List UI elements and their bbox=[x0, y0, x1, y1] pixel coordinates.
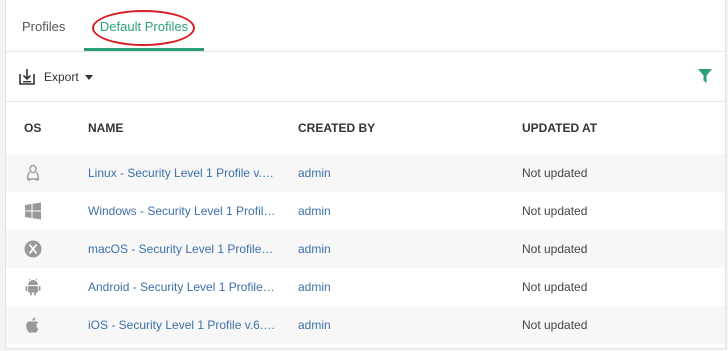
table-header-row: OS NAME CREATED BY UPDATED AT bbox=[6, 101, 725, 154]
created-by-link[interactable]: admin bbox=[298, 318, 331, 332]
created-by-link[interactable]: admin bbox=[298, 166, 331, 180]
macos-icon bbox=[24, 240, 42, 258]
column-header-os[interactable]: OS bbox=[6, 101, 88, 154]
apple-icon bbox=[26, 317, 39, 333]
name-cell: Windows - Security Level 1 Profile v.6.3… bbox=[88, 192, 298, 230]
os-cell bbox=[6, 192, 88, 230]
export-label: Export bbox=[44, 70, 79, 84]
active-tab-indicator bbox=[84, 48, 204, 51]
profiles-table: OS NAME CREATED BY UPDATED AT Linux - Se… bbox=[6, 101, 725, 344]
profile-name-link[interactable]: iOS - Security Level 1 Profile v.6.36 bbox=[88, 318, 276, 332]
os-cell bbox=[6, 230, 88, 268]
created-by-link[interactable]: admin bbox=[298, 204, 331, 218]
tab-profiles[interactable]: Profiles bbox=[22, 0, 65, 50]
profile-name-link[interactable]: Android - Security Level 1 Profile v.6.3… bbox=[88, 280, 276, 294]
updated-at-cell: Not updated bbox=[522, 280, 588, 294]
tab-default-profiles-label: Default Profiles bbox=[99, 19, 189, 34]
profiles-panel: Profiles Default Profiles Export OS NAME bbox=[5, 0, 726, 349]
export-button[interactable]: Export bbox=[18, 66, 93, 88]
column-header-updated-at[interactable]: UPDATED AT bbox=[522, 101, 725, 154]
os-cell bbox=[6, 154, 88, 192]
os-cell bbox=[6, 306, 88, 344]
created-by-cell: admin bbox=[298, 192, 522, 230]
table-row: Linux - Security Level 1 Profile v.6.36 … bbox=[6, 154, 725, 192]
table-row: Android - Security Level 1 Profile v.6.3… bbox=[6, 268, 725, 306]
updated-at-cell: Not updated bbox=[522, 204, 588, 218]
created-by-cell: admin bbox=[298, 154, 522, 192]
linux-icon bbox=[26, 164, 40, 182]
name-cell: Android - Security Level 1 Profile v.6.3… bbox=[88, 268, 298, 306]
tab-bar: Profiles Default Profiles bbox=[6, 0, 725, 52]
column-header-created-by[interactable]: CREATED BY bbox=[298, 101, 522, 154]
created-by-cell: admin bbox=[298, 306, 522, 344]
profile-name-link[interactable]: Linux - Security Level 1 Profile v.6.36 bbox=[88, 166, 276, 180]
chevron-down-icon bbox=[84, 74, 93, 80]
created-by-cell: admin bbox=[298, 230, 522, 268]
filter-icon[interactable] bbox=[697, 68, 713, 84]
created-by-link[interactable]: admin bbox=[298, 242, 331, 256]
android-icon bbox=[25, 278, 41, 296]
table-row: macOS - Security Level 1 Profile v.6.36 … bbox=[6, 230, 725, 268]
profile-name-link[interactable]: Windows - Security Level 1 Profile v.6.3… bbox=[88, 204, 276, 218]
export-icon bbox=[19, 69, 35, 85]
name-cell: iOS - Security Level 1 Profile v.6.36 bbox=[88, 306, 298, 344]
column-header-name[interactable]: NAME bbox=[88, 101, 298, 154]
name-cell: Linux - Security Level 1 Profile v.6.36 bbox=[88, 154, 298, 192]
profile-name-link[interactable]: macOS - Security Level 1 Profile v.6.36 bbox=[88, 242, 276, 256]
tab-default-profiles[interactable]: Default Profiles bbox=[84, 0, 204, 51]
toolbar: Export bbox=[6, 52, 725, 102]
os-cell bbox=[6, 268, 88, 306]
table-row: Windows - Security Level 1 Profile v.6.3… bbox=[6, 192, 725, 230]
created-by-cell: admin bbox=[298, 268, 522, 306]
created-by-link[interactable]: admin bbox=[298, 280, 331, 294]
windows-icon bbox=[25, 202, 41, 220]
name-cell: macOS - Security Level 1 Profile v.6.36 bbox=[88, 230, 298, 268]
table-row: iOS - Security Level 1 Profile v.6.36 ad… bbox=[6, 306, 725, 344]
updated-at-cell: Not updated bbox=[522, 166, 588, 180]
updated-at-cell: Not updated bbox=[522, 318, 588, 332]
updated-at-cell: Not updated bbox=[522, 242, 588, 256]
